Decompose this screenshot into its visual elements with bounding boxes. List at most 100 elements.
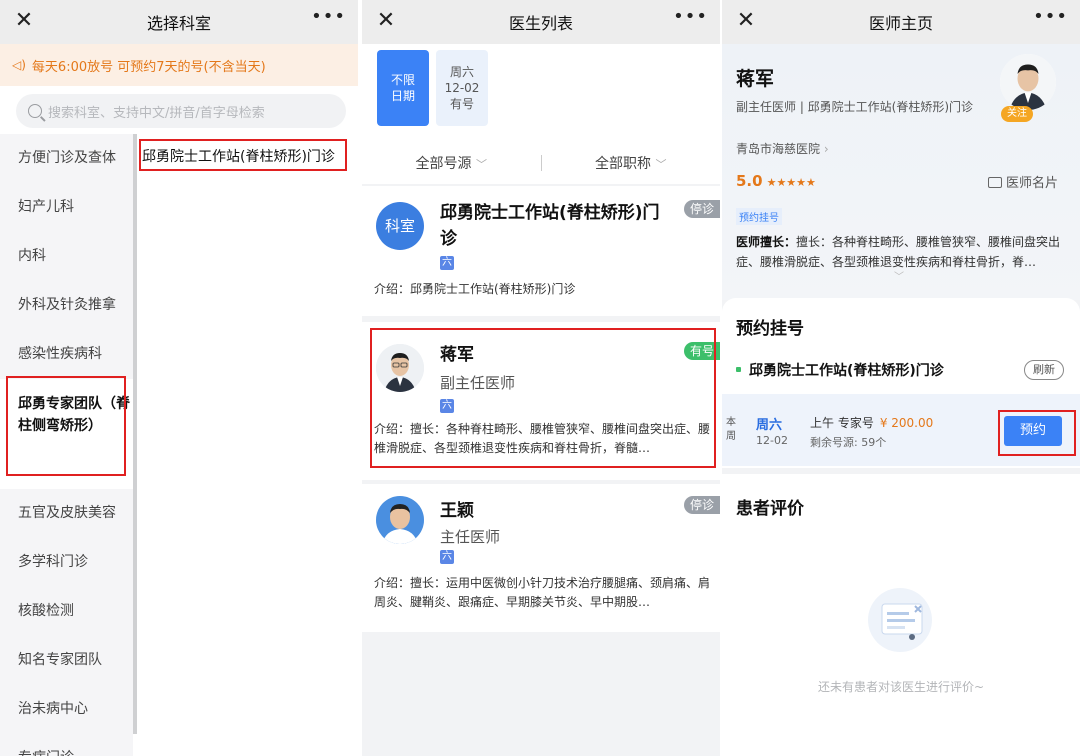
topbar: ✕ 医师主页 ••• — [722, 0, 1080, 44]
section-title: 患者评价 — [736, 499, 804, 519]
slot-date: 12-02 — [756, 434, 788, 447]
doctor-card-button[interactable]: 医师名片 — [987, 172, 1058, 191]
date-selector: 不限 日期 周六 12-02 有号 — [362, 44, 720, 142]
hospital-name: 青岛市海慈医院 — [736, 142, 821, 156]
card-name: 邱勇院士工作站(脊柱矫形)门诊 — [440, 203, 660, 249]
nav-item[interactable]: 知名专家团队 — [0, 636, 133, 685]
reviews-section: 患者评价 还未有患者对该医生进行评价~ — [722, 474, 1080, 756]
search-placeholder: 搜索科室、支持中文/拼音/首字母检索 — [48, 105, 265, 121]
expand-chevron-icon[interactable]: ﹀ — [894, 268, 904, 283]
slot-type: 上午 专家号 ¥ 200.00 — [810, 414, 933, 431]
card-intro: 介绍：擅长：运用中医微创小针刀技术治疗腰腿痛、颈肩痛、肩周炎、腱鞘炎、跟痛症、早… — [374, 576, 711, 609]
nav-item-active[interactable]: 邱勇专家团队（脊柱侧弯矫形） — [0, 379, 133, 489]
doctor-photo-icon — [376, 496, 424, 544]
section-title: 预约挂号 — [736, 319, 804, 339]
search-input[interactable]: 搜索科室、支持中文/拼音/首字母检索 — [16, 94, 346, 128]
star-icons: ★★★★★ — [766, 176, 816, 189]
doctor-avatar — [376, 496, 424, 544]
more-icon[interactable]: ••• — [311, 6, 346, 27]
nav-item[interactable]: 五官及皮肤美容 — [0, 489, 133, 538]
doctor-title: 主任医师 — [440, 528, 501, 546]
page-title: 医师主页 — [868, 14, 933, 33]
doctor-photo — [1000, 54, 1056, 110]
close-icon[interactable]: ✕ — [12, 9, 36, 33]
doctor-title: 副主任医师 — [440, 374, 516, 392]
book-button[interactable]: 预约 — [1004, 416, 1062, 446]
weekday-tag: 六 — [440, 399, 454, 413]
card-intro: 介绍：擅长：各种脊柱畸形、腰椎管狭窄、腰椎间盘突出症、腰椎滑脱症、各型颈椎退变性… — [374, 422, 711, 455]
filter-bar: 全部号源 ﹀ 全部职称 ﹀ — [362, 142, 720, 184]
nav-item[interactable]: 外科及针灸推拿 — [0, 281, 133, 330]
refresh-button[interactable]: 刷新 — [1024, 360, 1064, 380]
date-availability: 有号 — [449, 97, 474, 111]
doctor-title: 副主任医师 | 邱勇院士工作站(脊柱矫形)门诊 — [736, 100, 974, 114]
status-badge: 有号 — [683, 342, 720, 360]
scrollbar[interactable] — [133, 134, 137, 734]
weekday-tag: 六 — [440, 550, 454, 564]
booking-section: 预约挂号 邱勇院士工作站(脊柱矫形)门诊 刷新 本周 周六 12-02 上午 专… — [722, 298, 1080, 468]
follow-label: 关注 — [1007, 108, 1027, 119]
doctor-skill: 医师擅长：擅长：各种脊柱畸形、腰椎管狭窄、腰椎间盘突出症、腰椎滑脱症、各型颈椎退… — [736, 232, 1072, 272]
select-department-pane: ✕ 选择科室 ••• ◁) 每天6:00放号 可预约7天的号(不含当天) 搜索科… — [0, 0, 358, 756]
department-avatar: 科室 — [376, 202, 424, 250]
date-any-button[interactable]: 不限 日期 — [377, 50, 429, 126]
doctor-name: 蒋军 — [440, 345, 474, 365]
date-weekday: 周六 — [449, 65, 474, 79]
empty-reviews-illustration — [868, 588, 932, 652]
close-icon[interactable]: ✕ — [734, 9, 758, 33]
nav-item[interactable]: 感染性疾病科 — [0, 330, 133, 379]
doctor-avatar — [376, 344, 424, 392]
card-intro: 介绍：邱勇院士工作站(脊柱矫形)门诊 — [374, 282, 576, 296]
rating-score: 5.0 — [736, 172, 763, 190]
page-title: 选择科室 — [146, 14, 211, 33]
sub-department-item[interactable]: 邱勇院士工作站(脊柱矫形)门诊 — [142, 146, 335, 166]
nav-item[interactable]: 妇产儿科 — [0, 183, 133, 232]
filter-title-dropdown[interactable]: 全部职称 ﹀ — [542, 153, 721, 173]
doctor-home-pane: ✕ 医师主页 ••• 蒋军 副主任医师 | 邱勇院士工作站(脊柱矫形)门诊 青岛… — [722, 0, 1080, 756]
slot-price: ¥ 200.00 — [879, 416, 934, 430]
date-date: 12-02 — [444, 81, 480, 95]
doctor-photo-icon — [1000, 54, 1056, 110]
date-label: 不限 — [390, 73, 415, 87]
nav-item[interactable]: 专病门诊 — [0, 734, 133, 756]
card-link-label: 医师名片 — [1005, 176, 1058, 191]
doctor-card[interactable]: 蒋军 副主任医师 六 介绍：擅长：各种脊柱畸形、腰椎管狭窄、腰椎间盘突出症、腰椎… — [362, 322, 720, 480]
filter-label: 全部职称 — [595, 156, 652, 172]
nav-item[interactable]: 多学科门诊 — [0, 538, 133, 587]
more-icon[interactable]: ••• — [1033, 6, 1068, 27]
nav-item[interactable]: 核酸检测 — [0, 587, 133, 636]
hospital-link[interactable]: 青岛市海慈医院 › — [736, 140, 829, 157]
empty-reviews-text: 还未有患者对该医生进行评价~ — [817, 680, 985, 694]
more-icon[interactable]: ••• — [673, 6, 708, 27]
search-icon — [28, 104, 42, 118]
notice-banner: ◁) 每天6:00放号 可预约7天的号(不含当天) — [0, 44, 358, 86]
doctor-photo-icon — [376, 344, 424, 392]
close-icon[interactable]: ✕ — [374, 9, 398, 33]
doctor-card[interactable]: 王颖 主任医师 六 介绍：擅长：运用中医微创小针刀技术治疗腰腿痛、颈肩痛、肩周炎… — [362, 484, 720, 632]
department-nav: 方便门诊及查体 妇产儿科 内科 外科及针灸推拿 感染性疾病科 邱勇专家团队（脊柱… — [0, 134, 133, 756]
doctor-card[interactable]: 科室 邱勇院士工作站(脊柱矫形)门诊 六 介绍：邱勇院士工作站(脊柱矫形)门诊 … — [362, 186, 720, 316]
status-badge: 停诊 — [683, 496, 720, 514]
speaker-icon: ◁) — [12, 58, 26, 72]
date-saturday-button[interactable]: 周六 12-02 有号 — [436, 50, 488, 126]
rating: 5.0 ★★★★★ — [736, 172, 816, 190]
appointment-slot: 本周 周六 12-02 上午 专家号 ¥ 200.00 剩余号源: 59个 预约 — [722, 394, 1080, 466]
slot-day: 周六 — [756, 418, 783, 433]
notice-text: 每天6:00放号 可预约7天的号(不含当天) — [31, 59, 266, 75]
chevron-right-icon: › — [823, 142, 829, 156]
topbar: ✕ 选择科室 ••• — [0, 0, 358, 44]
date-label: 日期 — [390, 89, 415, 103]
booking-department: 邱勇院士工作站(脊柱矫形)门诊 — [736, 360, 944, 380]
doctor-list-pane: ✕ 医生列表 ••• 不限 日期 周六 12-02 有号 全部号源 ﹀ 全部职称… — [362, 0, 720, 756]
week-label: 本周 — [726, 417, 736, 442]
nav-item[interactable]: 治未病中心 — [0, 685, 133, 734]
skill-label: 医师擅长： — [736, 235, 797, 249]
status-badge: 停诊 — [683, 200, 720, 218]
filter-source-dropdown[interactable]: 全部号源 ﹀ — [362, 153, 541, 173]
nav-item[interactable]: 方便门诊及查体 — [0, 134, 133, 183]
follow-button[interactable]: 关注 — [1001, 106, 1033, 122]
slot-kind: 上午 专家号 — [810, 416, 874, 430]
filter-label: 全部号源 — [415, 156, 472, 172]
nav-item[interactable]: 内科 — [0, 232, 133, 281]
registration-tag: 预约挂号 — [736, 208, 782, 225]
